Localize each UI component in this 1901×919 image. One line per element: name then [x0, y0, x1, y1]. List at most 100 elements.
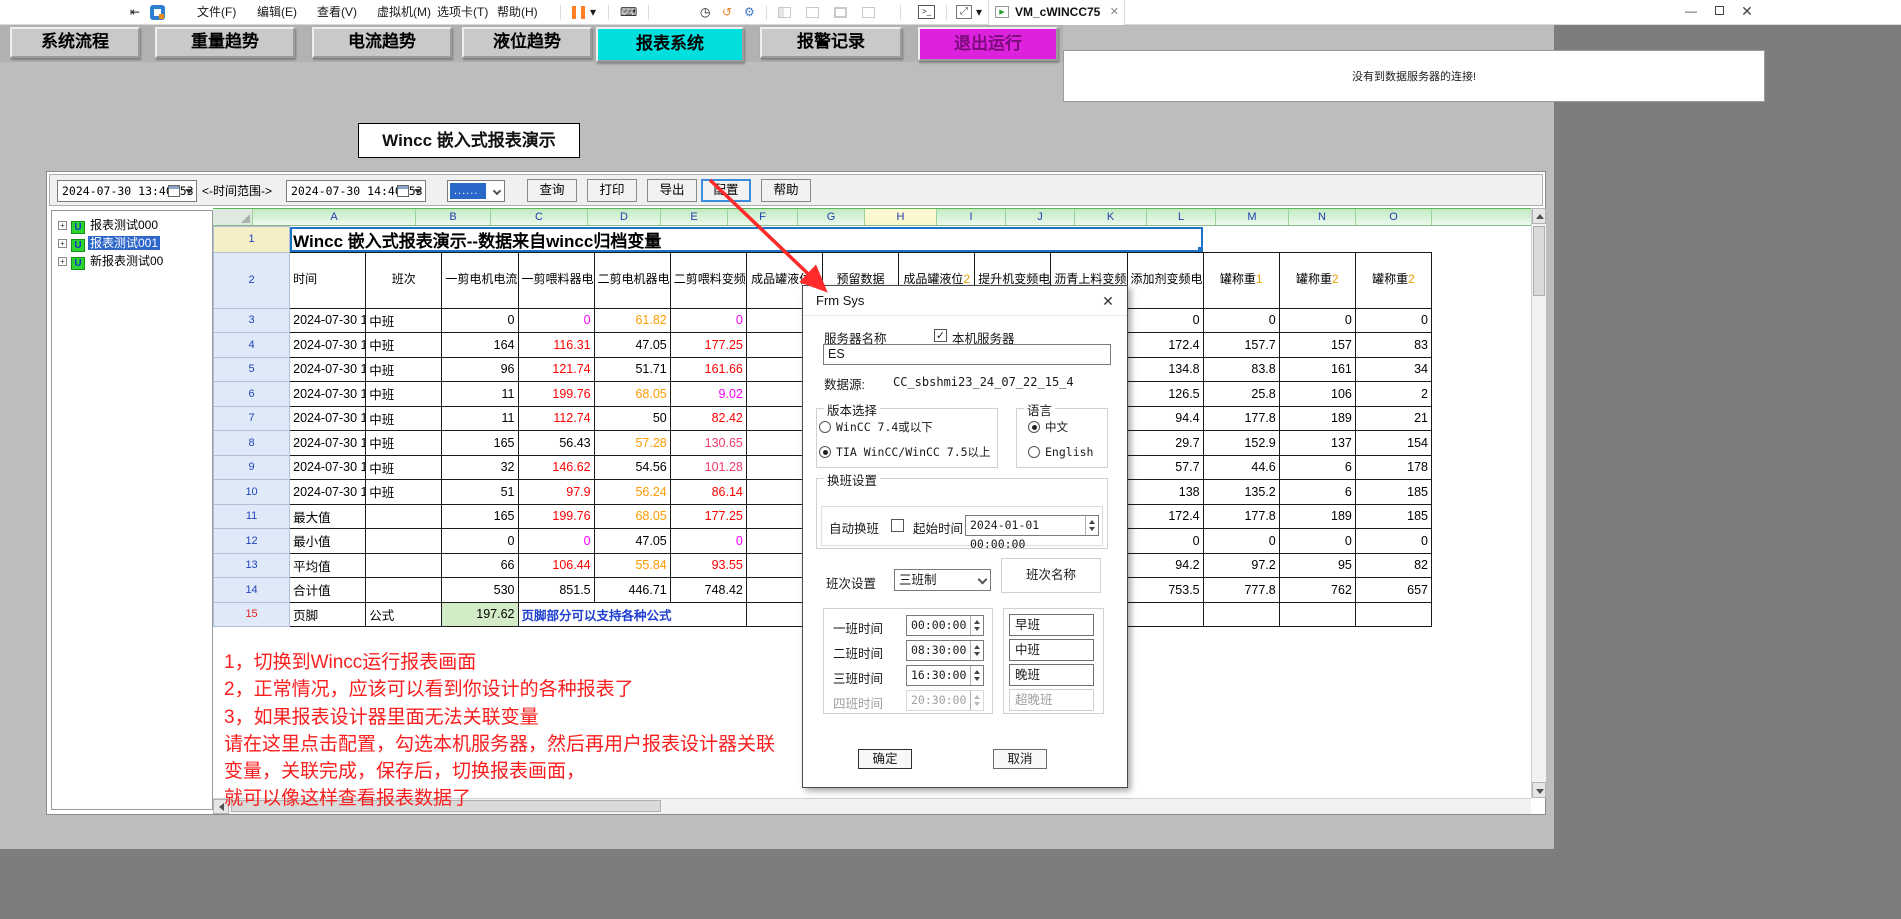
pause-dropdown-icon[interactable]: ▾: [590, 0, 596, 25]
vertical-scroll-thumb[interactable]: [1533, 226, 1545, 296]
data-cell[interactable]: 21: [1355, 406, 1431, 431]
column-header-C[interactable]: C: [491, 209, 588, 225]
shift-time-spinner-3[interactable]: 16:30:00: [906, 665, 984, 686]
tree-item-报表测试000[interactable]: +U报表测试000: [58, 217, 208, 234]
nav-button-电流趋势[interactable]: 电流趋势: [312, 27, 452, 58]
data-cell[interactable]: 177.25: [670, 333, 746, 358]
data-cell[interactable]: 2024-07-30 14:07:53: [290, 431, 366, 456]
data-cell[interactable]: 135.2: [1203, 480, 1279, 505]
row-header-1[interactable]: 1: [214, 227, 290, 253]
menu-item-选项卡(T)[interactable]: 选项卡(T): [435, 0, 490, 25]
data-cell[interactable]: 50: [594, 406, 670, 431]
data-cell[interactable]: 51.71: [594, 357, 670, 382]
column-title-cell[interactable]: 罐称重1: [1203, 252, 1279, 308]
column-header-K[interactable]: K: [1075, 209, 1147, 225]
data-cell[interactable]: 86.14: [670, 480, 746, 505]
data-cell[interactable]: 中班: [366, 455, 442, 480]
data-cell[interactable]: 177.25: [670, 504, 746, 529]
data-cell[interactable]: 94.4: [1127, 406, 1203, 431]
data-cell[interactable]: 0: [518, 308, 594, 333]
close-button[interactable]: ✕: [1736, 0, 1758, 25]
data-cell[interactable]: 6: [1279, 480, 1355, 505]
ok-button[interactable]: 确定: [858, 749, 912, 769]
virtual-console-icon[interactable]: >_: [918, 5, 935, 19]
data-cell[interactable]: 116.31: [518, 333, 594, 358]
data-cell[interactable]: 189: [1279, 504, 1355, 529]
spinner-icon[interactable]: [970, 641, 983, 660]
data-cell[interactable]: [366, 553, 442, 578]
data-cell[interactable]: 82.42: [670, 406, 746, 431]
data-cell[interactable]: 中班: [366, 333, 442, 358]
scroll-up-button[interactable]: [1532, 208, 1546, 224]
data-cell[interactable]: 2024-07-30 14:05:53: [290, 382, 366, 407]
menu-item-查看(V)[interactable]: 查看(V): [315, 0, 359, 25]
column-header-J[interactable]: J: [1006, 209, 1075, 225]
show-library-icon[interactable]: [778, 7, 791, 18]
data-cell[interactable]: 68.05: [594, 504, 670, 529]
data-cell[interactable]: 9.02: [670, 382, 746, 407]
expand-icon[interactable]: +: [58, 239, 67, 248]
shift-name-input-3[interactable]: 晚班: [1009, 664, 1094, 686]
language-option-English[interactable]: English: [1028, 445, 1093, 461]
data-cell[interactable]: 2024-07-30 14:06:53: [290, 406, 366, 431]
column-title-cell[interactable]: 班次: [366, 252, 442, 308]
nav-button-报表系统[interactable]: 报表系统: [596, 27, 744, 62]
column-header-E[interactable]: E: [661, 209, 728, 225]
fullscreen-icon[interactable]: ⤢: [956, 5, 972, 19]
toolbar-button-打印[interactable]: 打印: [587, 179, 637, 202]
data-cell[interactable]: 44.6: [1203, 455, 1279, 480]
data-cell[interactable]: 47.05: [594, 529, 670, 554]
row-header-13[interactable]: 13: [214, 553, 290, 578]
data-cell[interactable]: 中班: [366, 357, 442, 382]
vertical-scrollbar[interactable]: [1531, 208, 1546, 798]
send-ctrl-alt-del-icon[interactable]: ⌨: [620, 0, 637, 25]
toolbar-button-导出[interactable]: 导出: [647, 179, 697, 202]
column-header-D[interactable]: D: [588, 209, 661, 225]
data-cell[interactable]: 177.8: [1203, 504, 1279, 529]
expand-icon[interactable]: +: [58, 257, 67, 266]
data-cell[interactable]: 51: [442, 480, 518, 505]
column-header-I[interactable]: I: [937, 209, 1006, 225]
data-cell[interactable]: 164: [442, 333, 518, 358]
expand-icon[interactable]: +: [58, 221, 67, 230]
empty-cell[interactable]: [1203, 602, 1279, 627]
data-cell[interactable]: 合计值: [290, 578, 366, 603]
data-cell[interactable]: 0: [1127, 308, 1203, 333]
shift-time-spinner-2[interactable]: 08:30:00: [906, 640, 984, 661]
data-cell[interactable]: 777.8: [1203, 578, 1279, 603]
data-cell[interactable]: 851.5: [518, 578, 594, 603]
data-cell[interactable]: [366, 529, 442, 554]
data-cell[interactable]: 101.28: [670, 455, 746, 480]
dialog-titlebar[interactable]: Frm Sys ✕: [803, 286, 1127, 316]
data-cell[interactable]: 中班: [366, 431, 442, 456]
data-cell[interactable]: 172.4: [1127, 504, 1203, 529]
data-cell[interactable]: 95: [1279, 553, 1355, 578]
shift-name-input-1[interactable]: 早班: [1009, 614, 1094, 636]
start-time-picker[interactable]: 2024-07-30 13:40:53: [57, 180, 197, 202]
data-cell[interactable]: 530: [442, 578, 518, 603]
shift-mode-combo[interactable]: 三班制: [894, 569, 991, 591]
data-cell[interactable]: 中班: [366, 382, 442, 407]
auto-shift-checkbox[interactable]: [891, 519, 904, 532]
column-title-cell[interactable]: 二剪电机器电流: [594, 252, 670, 308]
data-cell[interactable]: 2024-07-30 14:09:53: [290, 480, 366, 505]
row-header-10[interactable]: 10: [214, 480, 290, 505]
column-header-O[interactable]: O: [1356, 209, 1432, 225]
data-cell[interactable]: 161: [1279, 357, 1355, 382]
vm-tab-close-icon[interactable]: ✕: [1110, 0, 1119, 25]
unity-mode-icon[interactable]: [862, 7, 875, 18]
data-cell[interactable]: 185: [1355, 480, 1431, 505]
data-cell[interactable]: 2024-07-30 14:03:53: [290, 333, 366, 358]
row-header-2[interactable]: 2: [214, 252, 290, 308]
minimize-button[interactable]: —: [1680, 0, 1702, 25]
data-cell[interactable]: 0: [442, 529, 518, 554]
data-cell[interactable]: 34: [1355, 357, 1431, 382]
data-cell[interactable]: 106.44: [518, 553, 594, 578]
server-name-input[interactable]: ES: [823, 344, 1111, 365]
column-title-cell[interactable]: 罐称重2: [1279, 252, 1355, 308]
data-cell[interactable]: 55.84: [594, 553, 670, 578]
row-header-11[interactable]: 11: [214, 504, 290, 529]
data-cell[interactable]: 66: [442, 553, 518, 578]
nav-button-报警记录[interactable]: 报警记录: [760, 27, 902, 58]
data-cell[interactable]: 56.24: [594, 480, 670, 505]
